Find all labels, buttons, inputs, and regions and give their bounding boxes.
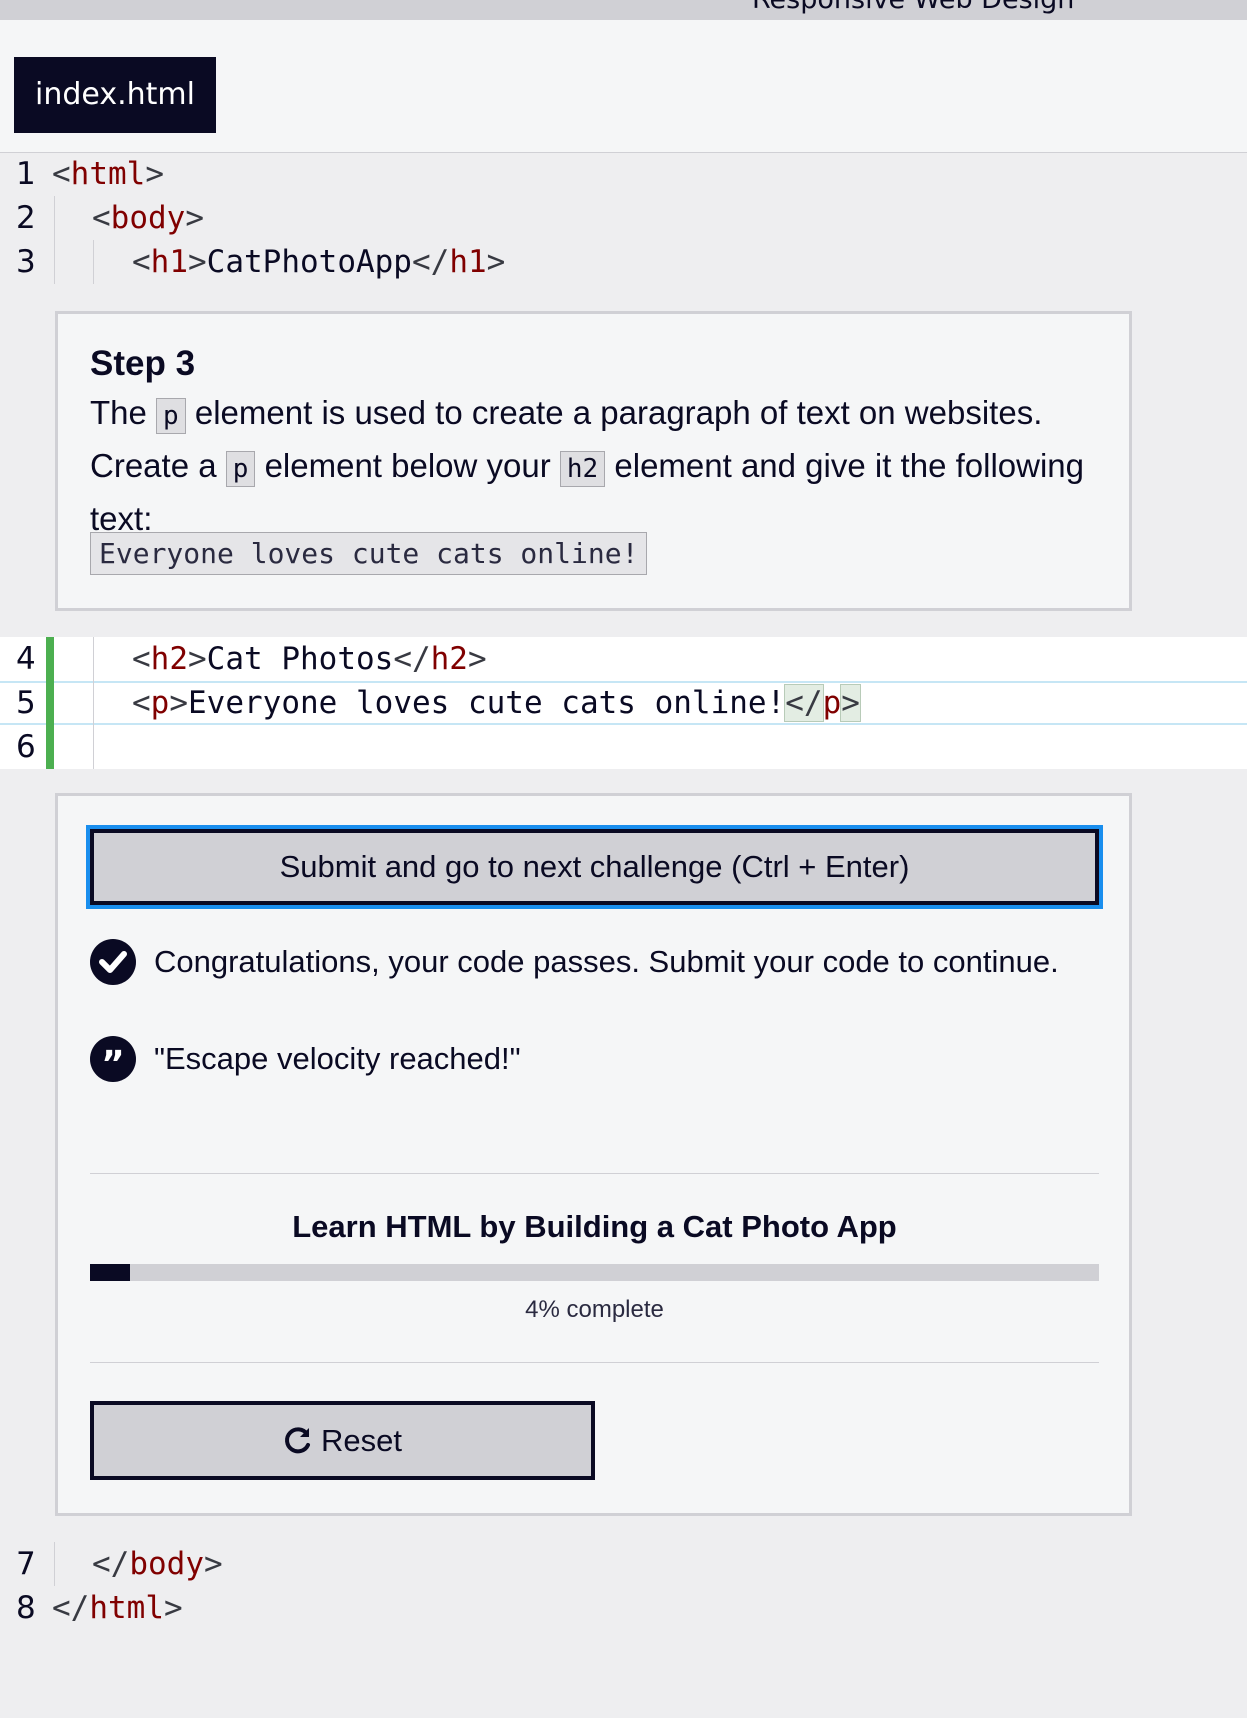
action-panel: Submit and go to next challenge (Ctrl + …	[55, 793, 1132, 1516]
code-line[interactable]: 8 </html>	[0, 1586, 1247, 1630]
reset-label: Reset	[321, 1423, 402, 1458]
indent-guide	[93, 240, 94, 284]
code-content: <h2>Cat Photos</h2>	[132, 641, 487, 677]
progress-text: 4% complete	[525, 1296, 664, 1323]
breadcrumb[interactable]: Responsive Web Design	[752, 0, 1074, 15]
indent-guide	[93, 681, 94, 725]
editable-region-marker	[46, 681, 54, 725]
code-line[interactable]: 2 <body>	[0, 196, 1247, 240]
code-content: <html>	[52, 156, 164, 192]
submit-button[interactable]: Submit and go to next challenge (Ctrl + …	[86, 825, 1103, 909]
code-content: <p>Everyone loves cute cats online!</p>	[132, 684, 861, 722]
divider	[90, 1362, 1099, 1363]
instructions-panel: Step 3 The p element is used to create a…	[55, 311, 1132, 611]
inline-code: p	[225, 451, 256, 487]
tab-index-html[interactable]: index.html	[14, 57, 216, 133]
course-title: Learn HTML by Building a Cat Photo App	[292, 1209, 897, 1244]
svg-text:”: ”	[101, 1044, 125, 1082]
editor-tab-strip: index.html	[0, 20, 1247, 153]
step-description: The p element is used to create a paragr…	[90, 394, 1085, 537]
code-content: <body>	[92, 200, 204, 236]
reset-button[interactable]: Reset	[90, 1401, 595, 1480]
code-line-editable-active[interactable]: 5 <p>Everyone loves cute cats online!</p…	[0, 681, 1247, 725]
line-number: 4	[16, 641, 36, 677]
indent-guide	[54, 240, 55, 284]
inline-code: h2	[559, 451, 606, 487]
line-number: 5	[16, 685, 36, 721]
line-number: 1	[16, 156, 36, 192]
reset-icon	[283, 1409, 313, 1480]
top-bar: Responsive Web Design	[0, 0, 1247, 20]
editable-region-marker	[46, 725, 54, 769]
quote-icon: ”	[90, 1036, 136, 1085]
code-content: <h1>CatPhotoApp</h1>	[132, 244, 506, 280]
code-content: </html>	[52, 1590, 183, 1626]
code-line-editable[interactable]: 6	[0, 725, 1247, 769]
line-number: 3	[16, 244, 36, 280]
code-line-editable[interactable]: 4 <h2>Cat Photos</h2>	[0, 637, 1247, 681]
line-number: 8	[16, 1590, 36, 1626]
check-circle-icon	[90, 939, 136, 985]
code-line[interactable]: 1 <html>	[0, 152, 1247, 196]
code-content: </body>	[92, 1546, 223, 1582]
indent-guide	[54, 196, 55, 240]
progress-bar	[90, 1264, 1099, 1281]
progress-fill	[90, 1264, 131, 1281]
code-line[interactable]: 7 </body>	[0, 1542, 1247, 1586]
code-line[interactable]: 3 <h1>CatPhotoApp</h1>	[0, 240, 1247, 284]
line-number: 6	[16, 729, 36, 765]
indent-guide	[54, 1542, 55, 1586]
inline-code: p	[156, 398, 186, 434]
example-code-block: Everyone loves cute cats online!	[90, 532, 648, 575]
step-title: Step 3	[90, 344, 196, 383]
editable-region-marker	[46, 637, 54, 681]
indent-guide	[93, 637, 94, 681]
indent-guide	[93, 725, 94, 769]
line-number: 2	[16, 200, 36, 236]
divider	[90, 1173, 1099, 1174]
line-number: 7	[16, 1546, 36, 1582]
